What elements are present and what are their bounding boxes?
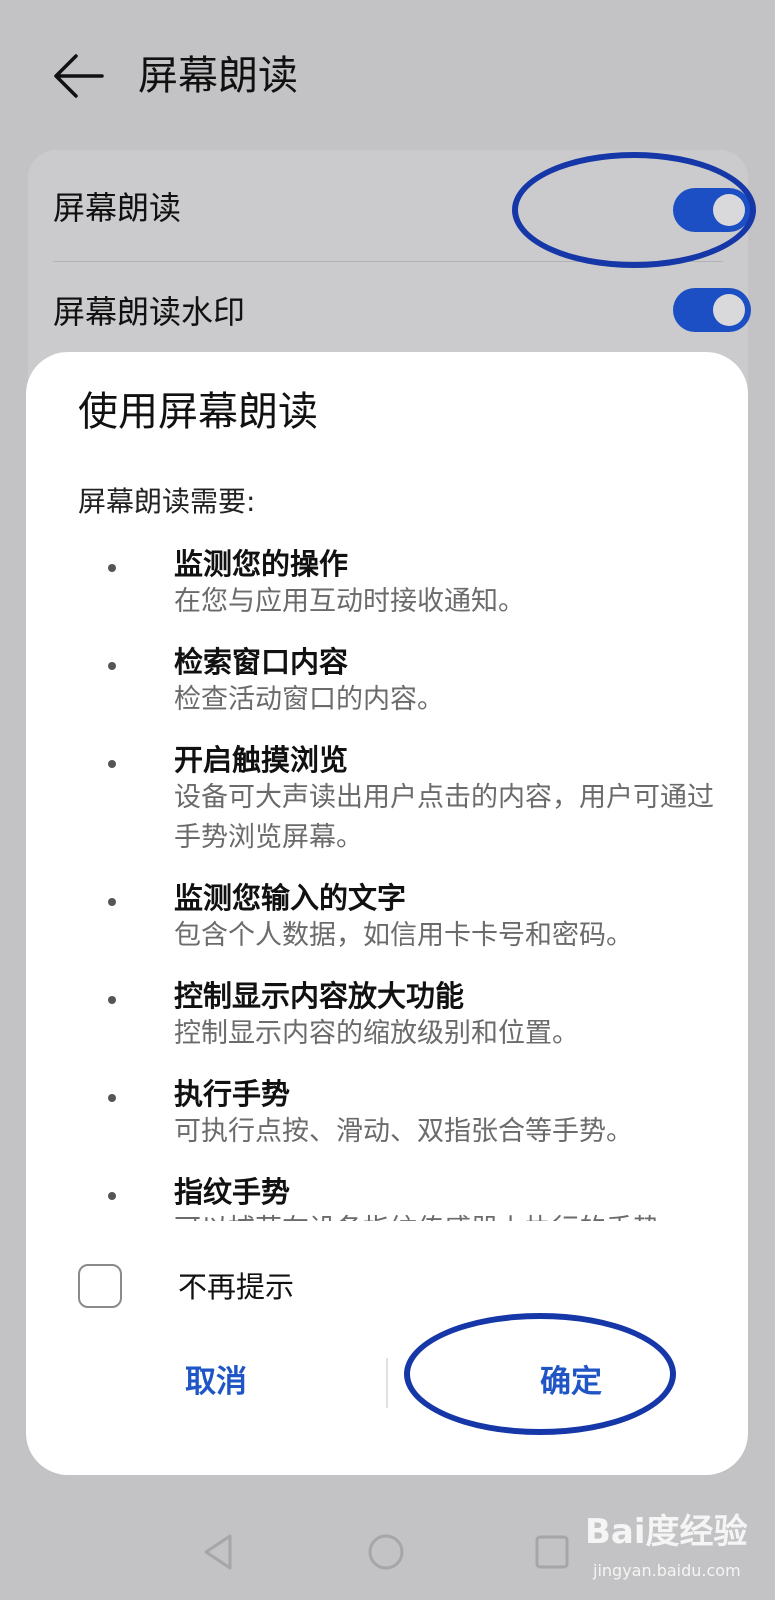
- list-item: 控制显示内容放大功能 控制显示内容的缩放级别和位置。: [78, 978, 718, 1054]
- list-item: 执行手势 可执行点按、滑动、双指张合等手势。: [78, 1076, 718, 1152]
- top-app-bar: 屏幕朗读: [0, 0, 775, 150]
- circle-home-icon: [368, 1534, 404, 1570]
- toggle-knob: [713, 194, 745, 226]
- bullet-icon: [108, 1192, 116, 1200]
- permission-name: 指纹手势: [174, 1175, 291, 1209]
- dialog-buttons: 取消 确定: [26, 1332, 748, 1432]
- bullet-icon: [108, 564, 116, 572]
- square-recent-icon: [535, 1535, 569, 1569]
- watermark-brand: Bai度经验: [585, 1512, 748, 1552]
- nav-recent-button[interactable]: [522, 1522, 582, 1582]
- nav-back-button[interactable]: [190, 1522, 250, 1582]
- toggle-knob: [713, 294, 745, 326]
- list-item: 监测您输入的文字 包含个人数据，如信用卡卡号和密码。: [78, 880, 718, 956]
- bullet-icon: [108, 760, 116, 768]
- back-button[interactable]: [50, 48, 110, 104]
- permission-description: 检查活动窗口的内容。: [174, 684, 444, 715]
- bullet-icon: [108, 996, 116, 1004]
- nav-home-button[interactable]: [356, 1522, 416, 1582]
- triangle-back-icon: [204, 1534, 232, 1570]
- permission-name: 监测您的操作: [174, 547, 349, 581]
- bullet-icon: [108, 662, 116, 670]
- arrow-left-icon: [54, 54, 104, 98]
- dialog-subtitle: 屏幕朗读需要:: [78, 485, 256, 518]
- watermark: Bai度经验 jingyan.baidu.com: [585, 1510, 765, 1595]
- permission-description: 控制显示内容的缩放级别和位置。: [174, 1018, 579, 1049]
- button-divider: [386, 1358, 388, 1408]
- cancel-button[interactable]: 取消: [56, 1332, 376, 1432]
- permission-name: 监测您输入的文字: [174, 881, 407, 915]
- confirm-button[interactable]: 确定: [416, 1332, 726, 1432]
- dont-remind-row[interactable]: 不再提示: [78, 1264, 578, 1312]
- dont-remind-checkbox[interactable]: [78, 1264, 122, 1308]
- list-item: 指纹手势 可以捕获在设备指纹传感器上执行的手势。: [78, 1174, 718, 1221]
- permission-dialog: 使用屏幕朗读 屏幕朗读需要: 监测您的操作 在您与应用互动时接收通知。 检索窗口…: [26, 352, 748, 1475]
- permission-name: 检索窗口内容: [174, 645, 349, 679]
- bullet-icon: [108, 1094, 116, 1102]
- setting-row-watermark[interactable]: 屏幕朗读水印: [53, 262, 751, 362]
- screen-reader-toggle[interactable]: [673, 188, 751, 232]
- bullet-icon: [108, 898, 116, 906]
- permission-name: 执行手势: [174, 1077, 291, 1111]
- permission-name: 开启触摸浏览: [174, 743, 349, 777]
- dont-remind-label: 不再提示: [178, 1270, 295, 1304]
- setting-label: 屏幕朗读水印: [53, 293, 246, 331]
- permission-description: 在您与应用互动时接收通知。: [174, 586, 525, 617]
- setting-label: 屏幕朗读: [53, 189, 182, 227]
- permission-description: 可以捕获在设备指纹传感器上执行的手势。: [174, 1210, 718, 1221]
- permission-description: 可执行点按、滑动、双指张合等手势。: [174, 1116, 633, 1147]
- watermark-toggle[interactable]: [673, 288, 751, 332]
- list-item: 监测您的操作 在您与应用互动时接收通知。: [78, 546, 718, 622]
- permission-description: 设备可大声读出用户点击的内容，用户可通过手势浏览屏幕。: [174, 782, 714, 853]
- permission-list[interactable]: 监测您的操作 在您与应用互动时接收通知。 检索窗口内容 检查活动窗口的内容。 开…: [78, 546, 718, 1221]
- watermark-url: jingyan.baidu.com: [593, 1561, 741, 1580]
- setting-row-screen-reader[interactable]: 屏幕朗读: [53, 158, 751, 258]
- list-item: 开启触摸浏览 设备可大声读出用户点击的内容，用户可通过手势浏览屏幕。: [78, 742, 718, 858]
- dialog-title: 使用屏幕朗读: [78, 389, 318, 435]
- permission-name: 控制显示内容放大功能: [174, 979, 465, 1013]
- permission-description: 包含个人数据，如信用卡卡号和密码。: [174, 920, 633, 951]
- list-item: 检索窗口内容 检查活动窗口的内容。: [78, 644, 718, 720]
- page-title: 屏幕朗读: [138, 53, 298, 99]
